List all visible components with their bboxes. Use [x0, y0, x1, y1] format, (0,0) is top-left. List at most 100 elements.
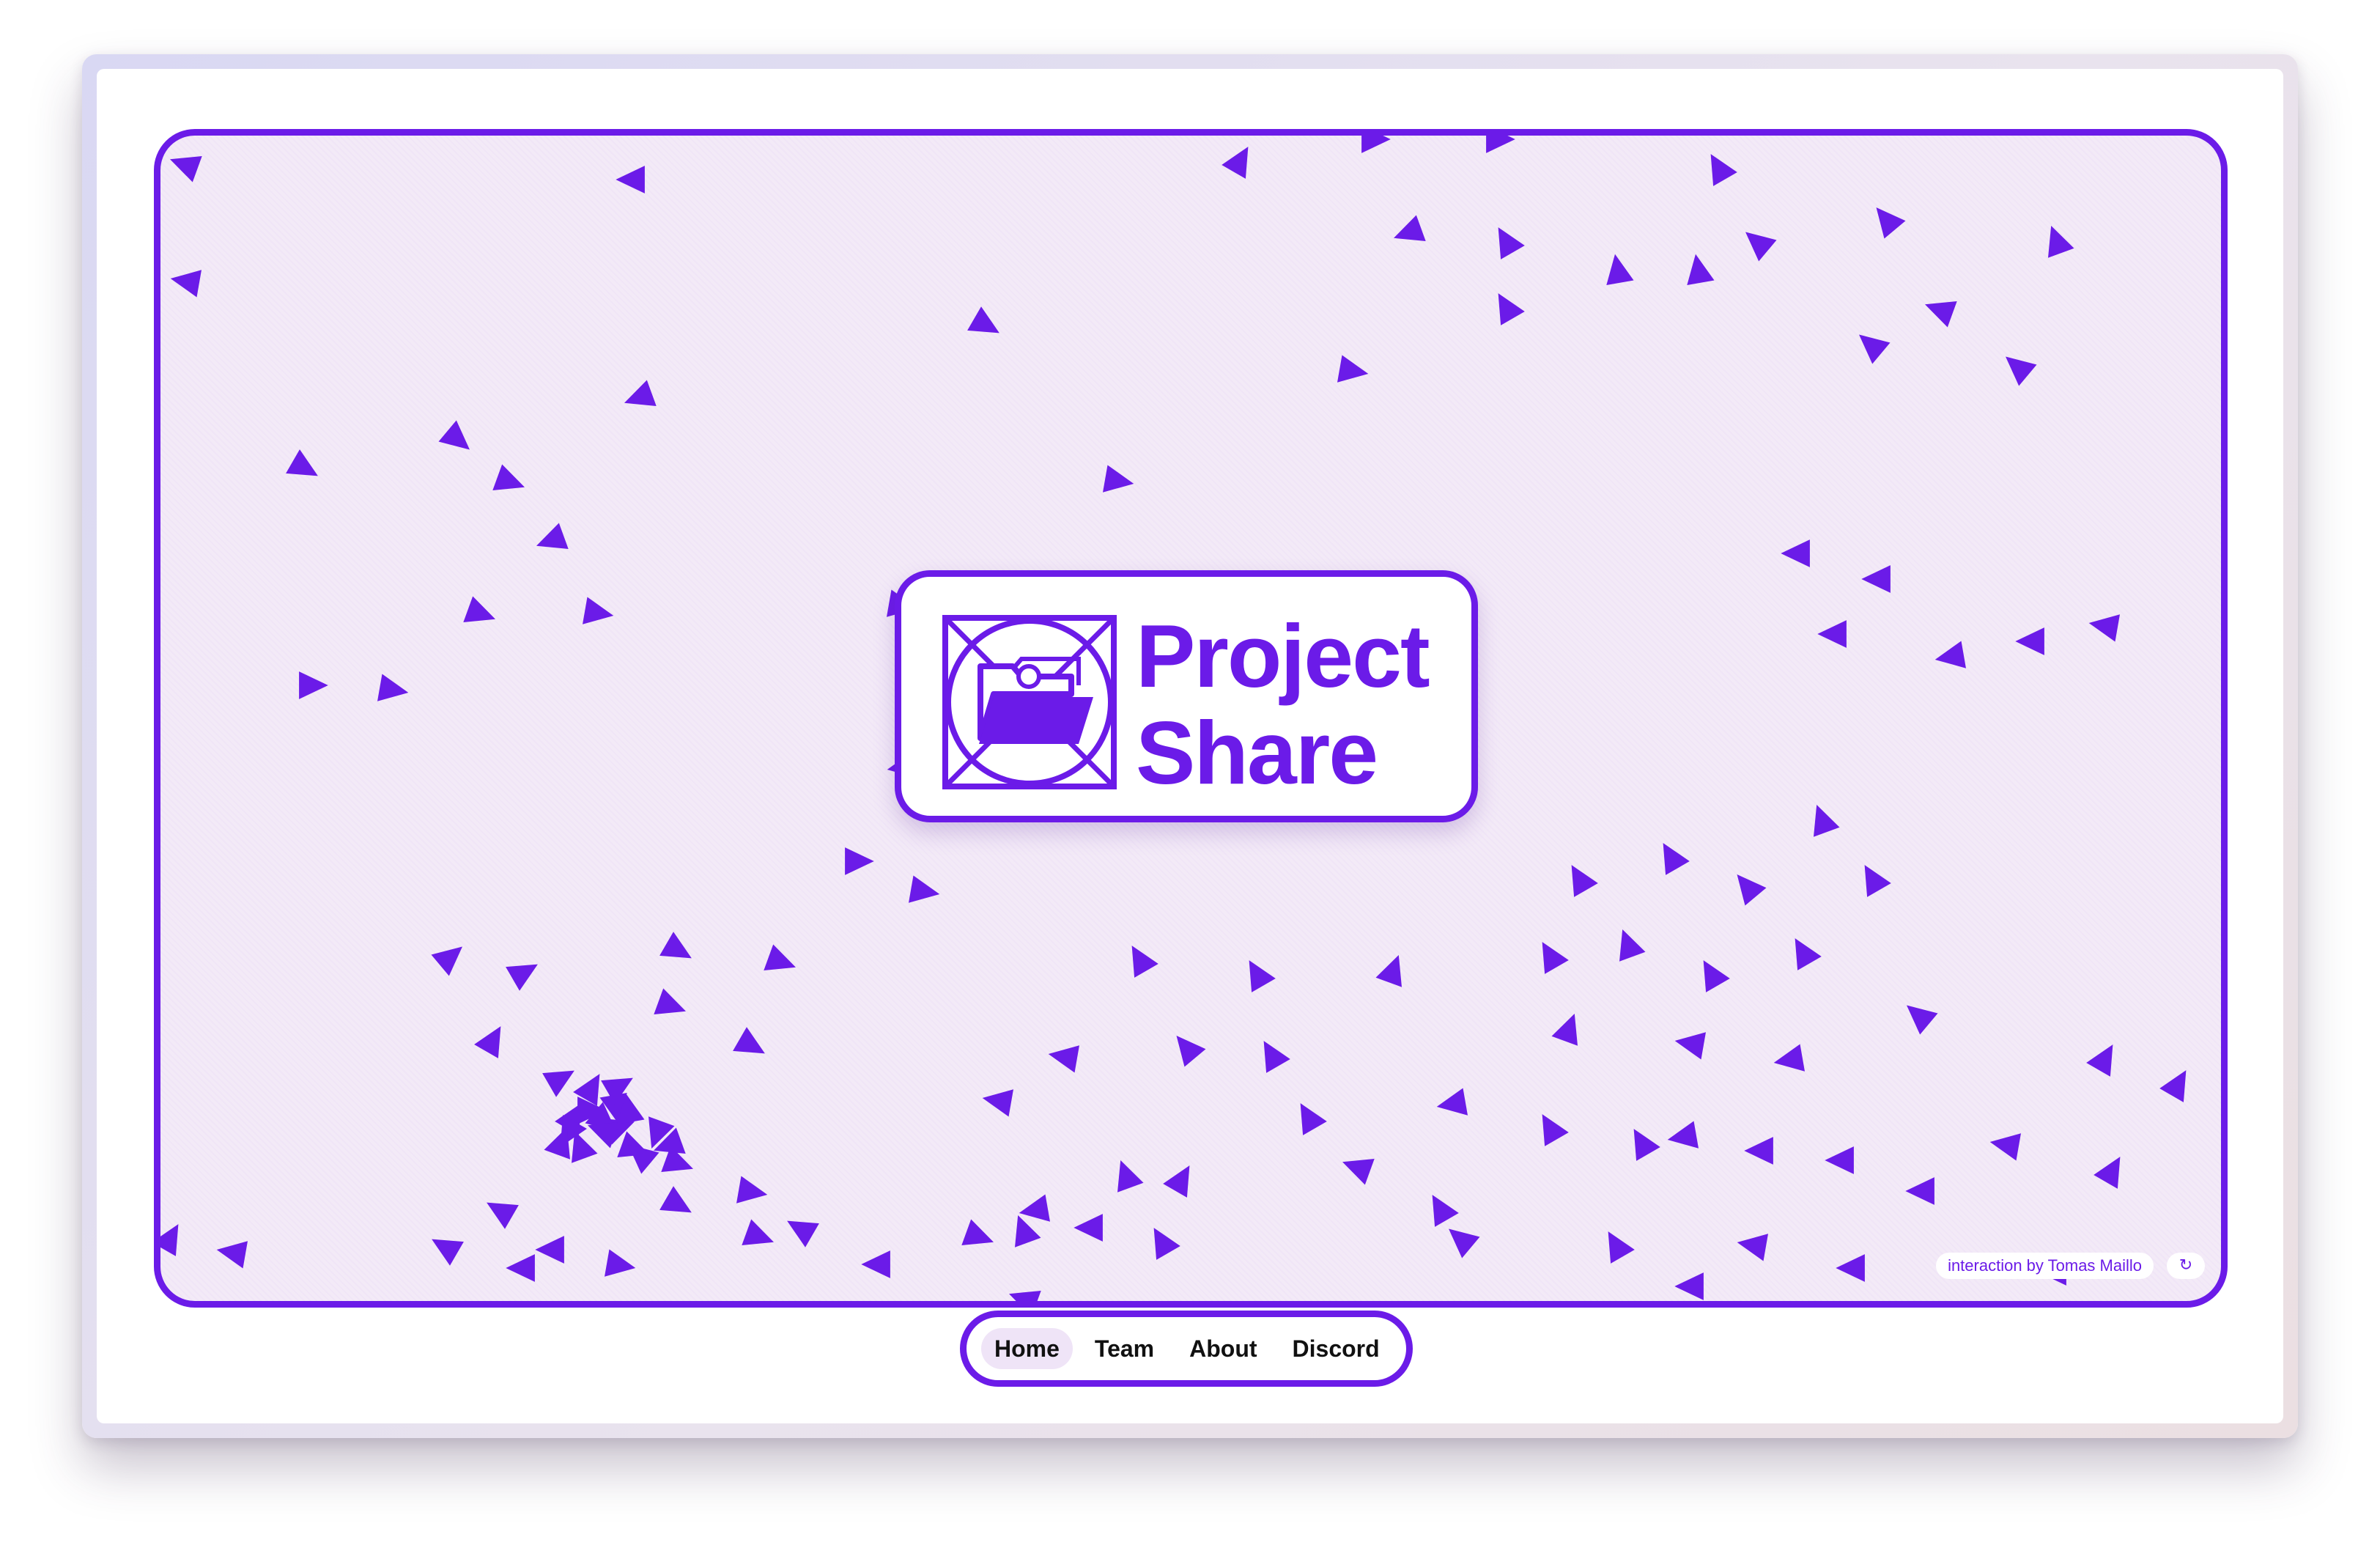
- swarm-triangle: [170, 270, 202, 298]
- swarm-triangle: [1394, 215, 1426, 241]
- swarm-triangle: [1263, 1041, 1290, 1073]
- swarm-triangle: [1073, 1214, 1103, 1242]
- swarm-triangle: [1542, 1114, 1569, 1146]
- swarm-triangle: [1117, 1160, 1144, 1193]
- swarm-triangle: [764, 944, 796, 970]
- hero-canvas[interactable]: Project Share interaction by Tomas Maill…: [154, 129, 2228, 1308]
- swarm-triangle: [506, 964, 538, 991]
- swarm-triangle: [654, 988, 686, 1014]
- swarm-triangle: [1608, 1231, 1635, 1264]
- swarm-triangle: [1048, 1045, 1079, 1073]
- swarm-triangle: [1814, 805, 1840, 837]
- swarm-triangle: [1153, 1228, 1180, 1260]
- swarm-triangle: [492, 464, 525, 490]
- swarm-triangle: [909, 875, 940, 903]
- swarm-triangle: [1876, 207, 1906, 239]
- swarm-triangle: [1571, 865, 1598, 897]
- swarm-triangle: [487, 1202, 519, 1229]
- swarm-triangle: [1498, 227, 1525, 259]
- swarm-triangle: [1103, 465, 1134, 493]
- swarm-triangle: [1737, 874, 1767, 906]
- swarm-triangle: [1498, 293, 1525, 325]
- swarm-triangle: [1925, 301, 1957, 328]
- swarm-triangle: [1633, 1129, 1660, 1161]
- nav-team[interactable]: Team: [1082, 1328, 1167, 1369]
- swarm-triangle: [572, 1131, 598, 1163]
- swarm-triangle: [1486, 136, 1515, 153]
- swarm-triangle: [1710, 154, 1737, 186]
- swarm-triangle: [1989, 1133, 2021, 1161]
- swarm-triangle: [216, 1241, 248, 1269]
- swarm-triangle: [1836, 1254, 1865, 1282]
- swarm-triangle: [1861, 565, 1891, 593]
- swarm-triangle: [1009, 1291, 1041, 1301]
- logo-title: Project Share: [1136, 606, 1430, 801]
- swarm-triangle: [733, 1027, 765, 1054]
- swarm-triangle: [1703, 960, 1730, 992]
- swarm-triangle: [1674, 1032, 1706, 1060]
- swarm-triangle: [1375, 955, 1402, 987]
- swarm-triangle: [1795, 938, 1822, 970]
- swarm-triangle: [160, 1224, 179, 1256]
- swarm-triangle: [982, 1089, 1013, 1117]
- interaction-credit[interactable]: interaction by Tomas Maillo: [1936, 1253, 2154, 1279]
- swarm-triangle: [1905, 1177, 1934, 1205]
- nav-about[interactable]: About: [1176, 1328, 1270, 1369]
- swarm-triangle: [605, 1249, 636, 1277]
- nav-discord[interactable]: Discord: [1279, 1328, 1393, 1369]
- main-nav: Home Team About Discord: [960, 1311, 1413, 1387]
- swarm-triangle: [736, 1176, 768, 1204]
- swarm-triangle: [431, 946, 462, 976]
- swarm-triangle: [1825, 1146, 1854, 1174]
- reload-icon[interactable]: ↻: [2167, 1253, 2205, 1279]
- swarm-triangle: [659, 1186, 692, 1213]
- swarm-triangle: [536, 523, 569, 549]
- swarm-triangle: [2093, 1157, 2121, 1189]
- swarm-triangle: [1781, 539, 1810, 567]
- swarm-triangle: [1361, 136, 1391, 153]
- swarm-triangle: [787, 1220, 819, 1247]
- swarm-triangle: [1436, 1088, 1468, 1116]
- swarm-triangle: [1859, 334, 1891, 364]
- swarm-triangle: [1687, 254, 1715, 285]
- swarm-triangle: [1176, 1036, 1206, 1067]
- swarm-triangle: [544, 1127, 570, 1160]
- swarm-triangle: [588, 1122, 620, 1149]
- swarm-triangle: [2086, 1044, 2113, 1077]
- swarm-triangle: [506, 1254, 535, 1282]
- swarm-triangle: [170, 156, 202, 183]
- nav-home[interactable]: Home: [981, 1328, 1073, 1369]
- swarm-triangle: [1015, 1215, 1041, 1247]
- swarm-triangle: [1249, 960, 1276, 992]
- swarm-triangle: [1342, 1159, 1375, 1185]
- swarm-triangle: [1019, 1194, 1050, 1222]
- swarm-triangle: [1934, 641, 1966, 668]
- swarm-triangle: [2048, 226, 2074, 258]
- swarm-triangle: [1744, 1137, 1773, 1165]
- swarm-triangle: [1542, 942, 1569, 974]
- swarm-triangle: [1745, 232, 1777, 262]
- page-window: Project Share interaction by Tomas Maill…: [97, 69, 2283, 1423]
- swarm-triangle: [1432, 1195, 1459, 1227]
- swarm-triangle: [1907, 1005, 1938, 1035]
- swarm-triangle: [474, 1026, 501, 1058]
- swarm-triangle: [628, 1144, 659, 1174]
- swarm-triangle: [583, 597, 614, 624]
- swarm-triangle: [1222, 147, 1249, 179]
- swarm-triangle: [624, 380, 657, 406]
- swarm-triangle: [845, 847, 874, 875]
- swarm-triangle: [616, 166, 645, 194]
- logo-title-line1: Project: [1136, 606, 1430, 706]
- swarm-triangle: [1737, 1234, 1768, 1261]
- swarm-triangle: [438, 420, 470, 450]
- swarm-triangle: [432, 1239, 464, 1266]
- folder-icon: [942, 615, 1117, 789]
- swarm-triangle: [286, 449, 318, 476]
- swarm-triangle: [377, 674, 409, 701]
- swarm-triangle: [1163, 1165, 1190, 1198]
- swarm-triangle: [1667, 1121, 1699, 1149]
- swarm-triangle: [861, 1250, 890, 1278]
- logo-card: Project Share: [895, 570, 1478, 822]
- swarm-triangle: [1864, 865, 1891, 897]
- swarm-triangle: [1817, 620, 1847, 648]
